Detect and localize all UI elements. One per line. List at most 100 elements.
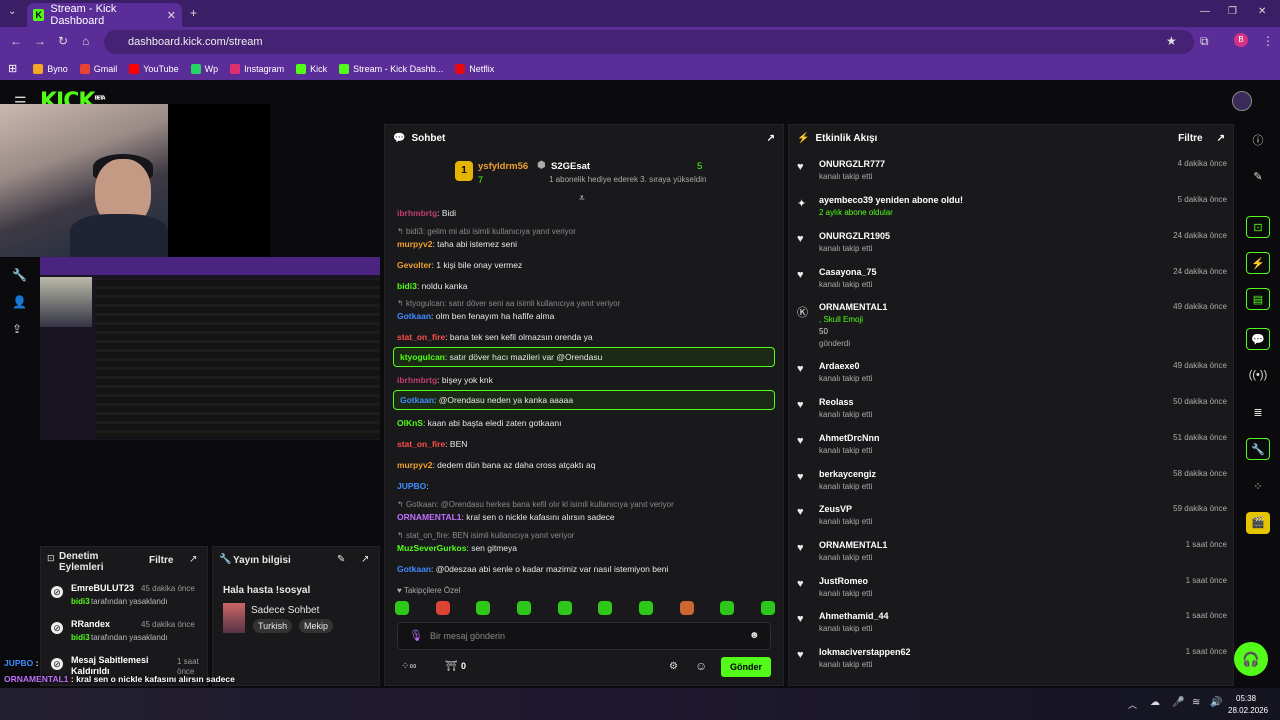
tools-icon[interactable]: 🔧 <box>1246 438 1270 460</box>
bookmark-item[interactable]: Byno <box>33 63 68 74</box>
bookmark-item[interactable]: Wp <box>190 63 218 74</box>
chat-username[interactable]: Gotkaan <box>400 395 434 405</box>
microphone-icon[interactable]: 🎙 <box>409 629 423 642</box>
chat-username[interactable]: MuzSeverGurkos <box>397 543 466 553</box>
activity-username: lokmaciverstappen62 <box>819 647 911 657</box>
reload-icon[interactable]: ↻ <box>58 34 68 48</box>
emote-2[interactable] <box>435 601 450 615</box>
emote-4[interactable] <box>516 601 531 615</box>
upload-icon[interactable]: ⇪ <box>12 322 22 336</box>
integrations-icon[interactable]: ⁘ <box>1246 476 1270 498</box>
close-tab-icon[interactable]: ✕ <box>167 9 176 22</box>
bookmark-item[interactable]: Stream - Kick Dashb... <box>339 63 443 74</box>
chat-username[interactable]: stat_on_fire <box>397 332 445 342</box>
tray-network-icon[interactable]: ☁ <box>1150 697 1160 708</box>
taskbar-clock[interactable]: 05:38 <box>1236 694 1256 703</box>
maximize-icon[interactable]: ❐ <box>1228 6 1237 17</box>
chat-username[interactable]: murpyv2 <box>397 239 432 249</box>
emote-10[interactable] <box>760 601 775 615</box>
back-icon[interactable]: ← <box>10 34 22 48</box>
chat-username[interactable]: ibrhmbrtg <box>397 375 437 385</box>
home-icon[interactable]: ⌂ <box>82 34 89 48</box>
apps-grid-icon[interactable]: ⊞ <box>8 62 17 75</box>
tray-wifi-icon[interactable]: ≋ <box>1192 697 1200 708</box>
send-button[interactable]: Gönder <box>721 657 771 677</box>
emote-picker-icon[interactable]: ☺ <box>695 659 707 673</box>
close-window-icon[interactable]: ✕ <box>1258 6 1266 17</box>
bookmark-star-icon[interactable]: ★ <box>1166 34 1177 48</box>
moderation-filter-button[interactable]: Filtre <box>149 555 173 566</box>
moderator-name[interactable]: bidi3 <box>71 633 90 642</box>
edit-info-icon[interactable]: ✎ <box>337 554 345 565</box>
emote-1[interactable] <box>395 601 409 615</box>
bookmark-item[interactable]: Netflix <box>455 63 494 74</box>
emoji-icon[interactable]: ☻ <box>749 630 760 641</box>
moderator-name[interactable]: bidi3 <box>71 597 90 606</box>
profile-avatar[interactable]: B <box>1234 33 1248 47</box>
chat-input[interactable]: Bir mesaj gönderin <box>397 622 771 650</box>
tray-volume-icon[interactable]: 🔊 <box>1210 697 1222 708</box>
emote-8[interactable] <box>679 601 694 615</box>
wrench-icon[interactable]: 🔧 <box>12 268 27 282</box>
chat-settings-gear-icon[interactable]: ⚙ <box>669 661 678 672</box>
chat-username[interactable]: murpyv2 <box>397 460 432 470</box>
chat-username[interactable]: ibrhmbrtg <box>397 208 437 218</box>
forward-icon[interactable]: → <box>34 34 46 48</box>
menu-dots-icon[interactable]: ⋮ <box>1262 34 1274 48</box>
new-tab-icon[interactable]: + <box>190 6 197 20</box>
chat-toggle-icon[interactable]: 💬 <box>1246 328 1270 350</box>
bookmark-item[interactable]: Gmail <box>79 63 117 74</box>
taskbar-date[interactable]: 28.02.2026 <box>1228 706 1268 715</box>
emote-7[interactable] <box>638 601 653 615</box>
tray-mic-icon[interactable]: 🎤 <box>1172 697 1184 708</box>
chat-username[interactable]: stat_on_fire <box>397 439 445 449</box>
extensions-icon[interactable]: ⧉ <box>1200 34 1209 49</box>
chat-username[interactable]: Gotkaan <box>397 564 431 574</box>
activity-popout-icon[interactable]: ↗ <box>1217 133 1225 144</box>
moderation-popout-icon[interactable]: ↗ <box>189 554 197 565</box>
bookmark-item[interactable]: YouTube <box>129 63 179 74</box>
chat-username[interactable]: ktyogulcan <box>400 352 445 362</box>
clapper-icon[interactable]: 🎬 <box>1246 512 1270 534</box>
emote-9[interactable] <box>720 601 735 615</box>
emote-6[interactable] <box>598 601 613 615</box>
chat-username[interactable]: Gevolter <box>397 260 432 270</box>
stream-preview[interactable] <box>40 257 380 440</box>
chat-message: murpyv2: taha abi istemez seni <box>397 238 517 250</box>
user-settings-icon[interactable]: 👤 <box>12 295 27 309</box>
expand-chevron-icon[interactable]: ⩡ <box>579 193 585 204</box>
info-icon[interactable]: ⓘ <box>1246 130 1270 152</box>
activity-filter-button[interactable]: Filtre <box>1178 133 1202 144</box>
moderation-item[interactable]: ⊘ EmreBULUT23 45 dakika önce bidi3 tarafında… <box>41 583 209 613</box>
url-input[interactable]: dashboard.kick.com/stream <box>104 30 1194 54</box>
chat-username[interactable]: Gotkaan <box>397 311 431 321</box>
tray-chevron-icon[interactable]: ︿ <box>1128 698 1137 711</box>
activity-description: kanalı takip etti <box>819 244 873 253</box>
moderation-item[interactable]: ⊘ RRandex 45 dakika önce bidi3 tarafından ya… <box>41 619 209 649</box>
chat-username[interactable]: bidi3 <box>397 281 417 291</box>
help-headset-button[interactable]: 🎧 <box>1234 642 1268 676</box>
popout-icon[interactable]: ↗ <box>767 133 775 144</box>
info-popout-icon[interactable]: ↗ <box>361 554 369 565</box>
browser-tab[interactable]: K Stream - Kick Dashboard ✕ <box>27 3 182 27</box>
chat-username[interactable]: OlKnS <box>397 418 423 428</box>
bookmark-item[interactable]: Kick <box>296 63 327 74</box>
notes-icon[interactable]: ▤ <box>1246 288 1270 310</box>
broadcast-icon[interactable]: ((•)) <box>1246 364 1270 386</box>
tab-search-icon[interactable]: ⌄ <box>8 6 16 17</box>
points-infinity-icon[interactable]: ⁘∞ <box>401 661 417 672</box>
user-avatar[interactable] <box>1232 91 1252 111</box>
bookmark-favicon-icon <box>339 63 350 74</box>
minimize-icon[interactable]: — <box>1200 6 1210 17</box>
moderation-icon[interactable]: ⊡ <box>1246 216 1270 238</box>
bookmark-item[interactable]: Instagram <box>230 63 284 74</box>
emote-3[interactable] <box>476 601 491 615</box>
activity-description: kanalı takip etti <box>819 624 873 633</box>
chat-username[interactable]: ORNAMENTAL1 <box>397 512 462 522</box>
edit-pencil-icon[interactable]: ✎ <box>1246 166 1270 188</box>
chat-username[interactable]: JUPBO <box>397 481 426 491</box>
activity-bolt-icon[interactable]: ⚡ <box>1246 252 1270 274</box>
channel-points-icon[interactable]: ⛩ <box>445 661 458 672</box>
emote-5[interactable] <box>557 601 572 615</box>
layers-icon[interactable]: ≣ <box>1246 402 1270 424</box>
